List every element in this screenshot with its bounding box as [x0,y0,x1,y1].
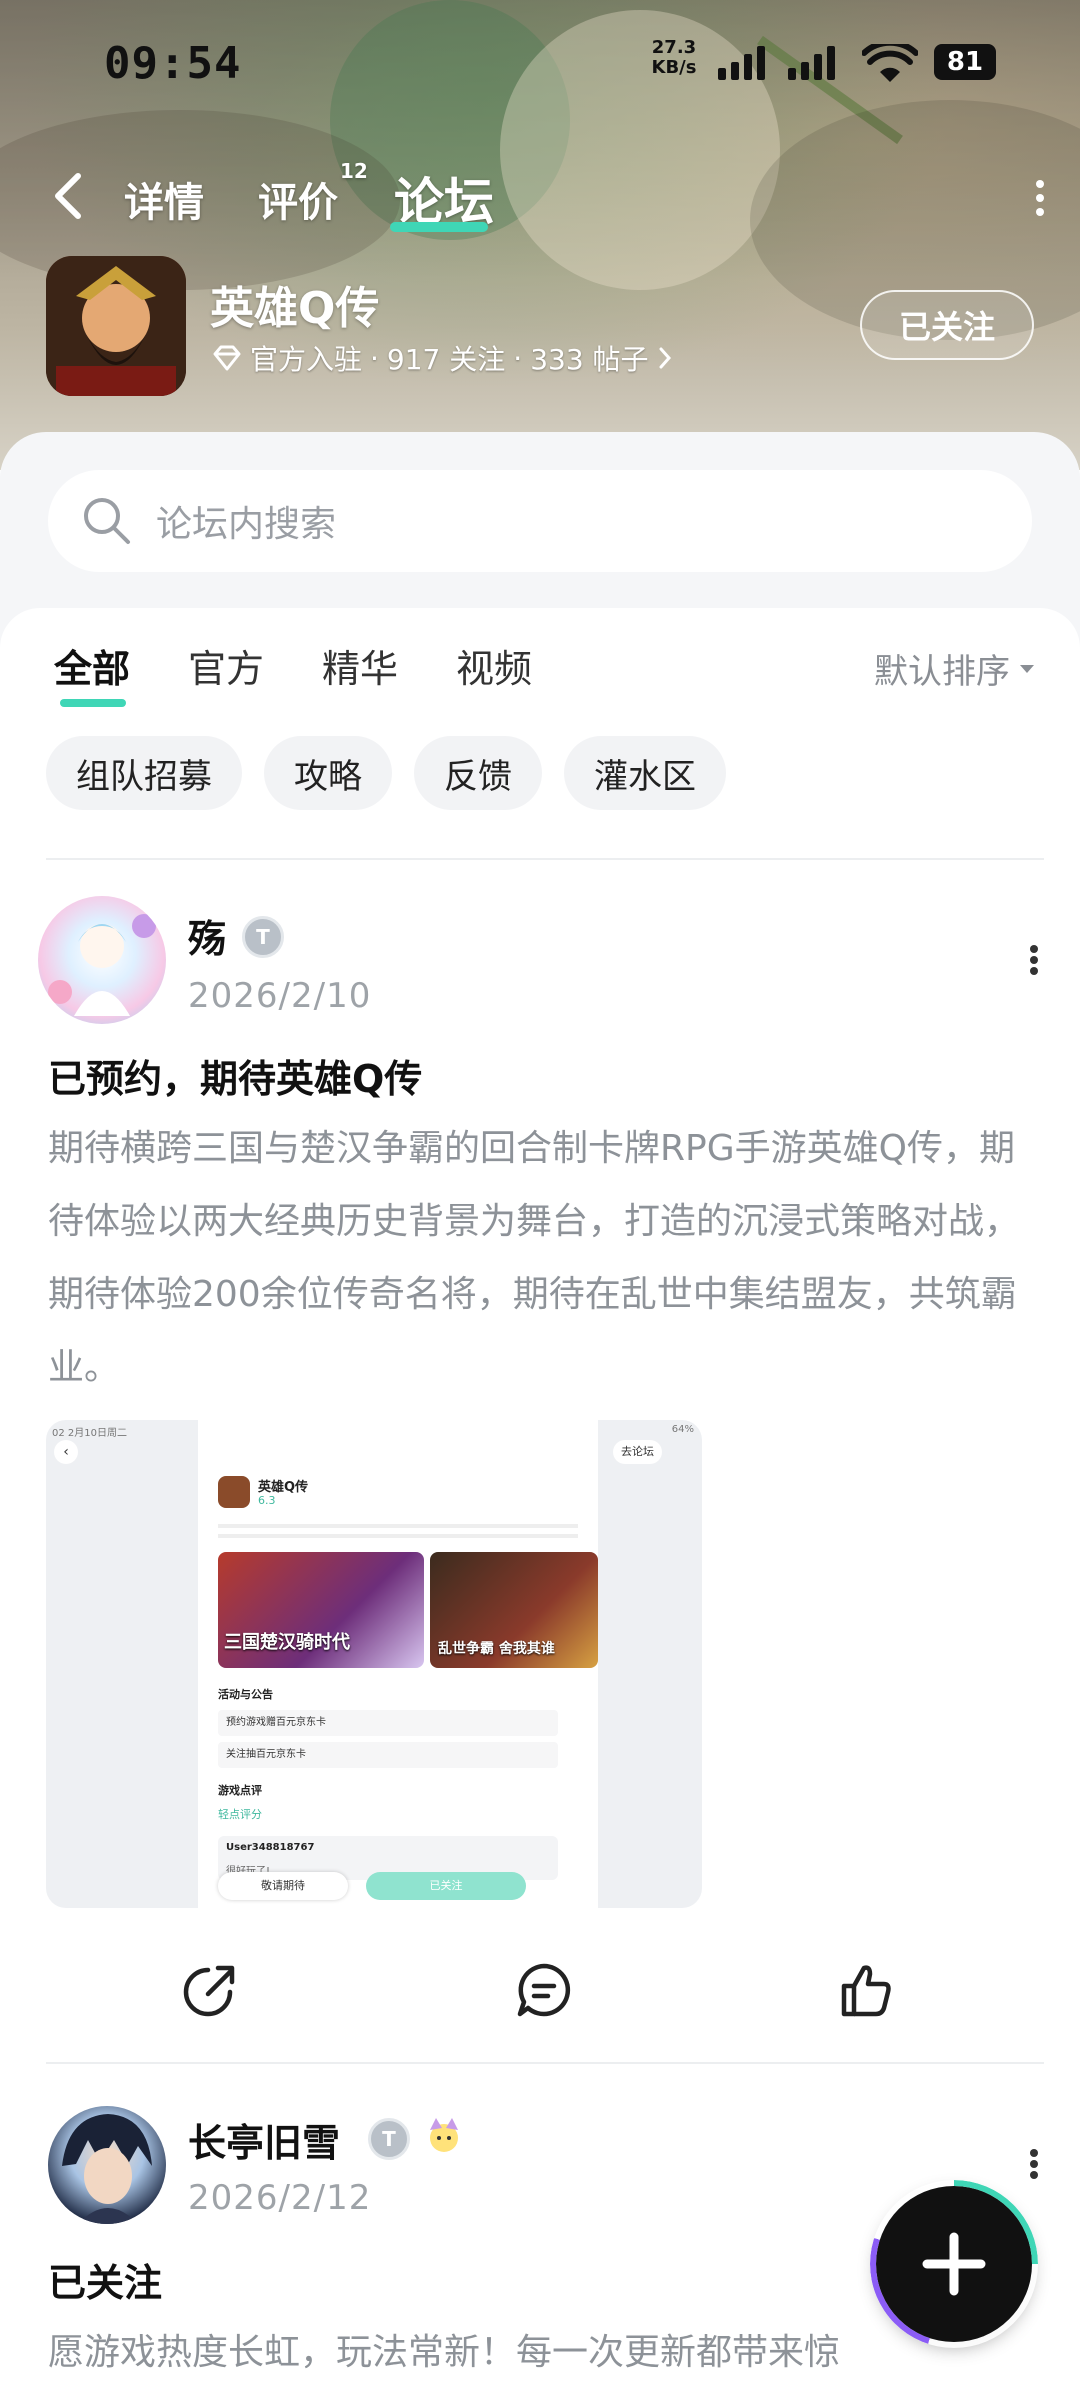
net-speed-unit: KB/s [651,57,697,78]
post-author[interactable]: 长亭旧雪 [188,2112,340,2167]
forum-tab-featured[interactable]: 精华 [322,638,398,693]
more-vertical-icon[interactable] [1034,178,1046,218]
post-actions [0,1960,1080,2030]
shot-btn-left: 敬请期待 [218,1872,348,1900]
follow-button[interactable]: 已关注 [860,290,1034,360]
app-name: 英雄Q传 [210,283,380,334]
shot-desc-line [218,1524,578,1528]
shot-rating: 6.3 [258,1494,276,1507]
shot-back-icon: ‹ [54,1440,78,1464]
posts-count[interactable]: 333 帖子 [530,338,648,378]
chip-guides[interactable]: 攻略 [264,736,392,810]
sort-label: 默认排序 [874,652,1010,692]
forum-tab-all[interactable]: 全部 [54,638,130,707]
tab-details[interactable]: 详情 [124,170,204,228]
post-date: 2026/2/12 [188,2178,372,2218]
official-label: 官方入驻 [250,343,363,376]
tab-underline [390,222,488,232]
status-time: 09:54 [104,38,242,89]
forum-tab-video[interactable]: 视频 [456,638,532,693]
post-title[interactable]: 已关注 [48,2252,162,2307]
shot-section-review: 游戏点评 [218,1784,262,1797]
avatar-art [62,2114,152,2224]
back-icon[interactable] [50,170,86,222]
status-bar: 09:54 27.3 KB/s 81 [0,34,1080,94]
meta-dot: · [513,341,523,375]
post-more-icon[interactable] [1028,2148,1040,2180]
post-title[interactable]: 已预约，期待英雄Q传 [48,1048,422,1103]
chevron-right-icon[interactable] [657,345,673,371]
divider [46,2062,1044,2064]
followers-count[interactable]: 917 关注 [387,338,505,378]
shot-reviewer: User348818767 [226,1842,315,1853]
shot-app-name: 英雄Q传 [258,1480,309,1495]
chip-team-recruit[interactable]: 组队招募 [46,736,242,810]
post-author[interactable]: 殇 [188,908,226,963]
shot-desc-line [218,1534,578,1538]
post-date: 2026/2/10 [188,976,372,1016]
create-post-button[interactable] [870,2180,1038,2348]
forum-tab-official[interactable]: 官方 [188,638,264,693]
shot-banner-left-text: 三国楚汉骑时代 [224,1632,350,1653]
shot-btn-right: 已关注 [366,1872,526,1900]
avatar-art [48,914,156,1016]
shot-activity-item: 预约游戏赠百元京东卡 [218,1710,558,1736]
user-decoration-icon [430,2118,458,2152]
post-more-icon[interactable] [1028,944,1040,976]
chip-chat[interactable]: 灌水区 [564,736,726,810]
shot-statusbar-left: 02 2月10日周二 [52,1428,127,1439]
app-icon-art [46,256,186,396]
app-meta: 官方入驻 · 917 关注 · 333 帖子 [212,338,673,378]
share-icon[interactable] [180,1960,240,2020]
shot-banner-right-text: 乱世争霸 舍我其谁 [438,1641,555,1657]
wifi-icon [862,44,918,82]
net-speed: 27.3 KB/s [644,38,704,78]
shot-review-label: 轻点评分 [218,1808,262,1821]
like-icon[interactable] [836,1960,896,2020]
battery-icon: 81 [934,44,996,80]
search-input[interactable]: 论坛内搜索 [48,470,1032,572]
divider [46,858,1044,860]
avatar[interactable] [38,896,166,1024]
post-body[interactable]: 愿游戏热度长虹，玩法常新！每一次更新都带来惊 [48,2316,1032,2403]
diamond-icon [213,345,241,371]
signal-icon [718,46,765,80]
category-chips: 组队招募 攻略 反馈 灌水区 [46,736,726,810]
tab-reviews-badge: 12 [340,158,368,183]
shot-forum-button: 去论坛 [613,1440,662,1464]
meta-dot: · [370,341,379,375]
comment-icon[interactable] [514,1960,574,2020]
chip-feedback[interactable]: 反馈 [414,736,542,810]
post-body[interactable]: 期待横跨三国与楚汉争霸的回合制卡牌RPG手游英雄Q传，期待体验以两大经典历史背景… [48,1112,1032,1404]
sort-dropdown[interactable]: 默认排序 [874,644,1036,693]
top-nav: 详情 评价12 论坛 [0,159,1080,232]
net-speed-value: 27.3 [651,37,697,58]
shot-app-icon [218,1476,250,1508]
shot-statusbar-right: 64% [671,1424,694,1435]
shot-activity-item: 关注抽百元京东卡 [218,1742,558,1768]
avatar[interactable] [48,2106,166,2224]
search-placeholder: 论坛内搜索 [156,504,337,545]
user-level-badge: T [242,916,284,958]
user-level-badge: T [368,2118,410,2160]
caret-down-icon [1020,664,1034,673]
tab-reviews-label: 评价 [258,180,338,226]
shot-banner-left: 三国楚汉骑时代 [218,1552,424,1668]
search-icon [84,498,130,544]
signal-icon-2 [788,46,835,80]
post-image[interactable]: 02 2月10日周二 64% ‹ 去论坛 英雄Q传 6.3 三国楚汉骑时代 乱世… [46,1420,702,1908]
forum-tabs: 全部 官方 精华 视频 [54,638,532,707]
app-icon [46,256,186,396]
shot-section-activity: 活动与公告 [218,1688,273,1701]
shot-phone-page: 英雄Q传 6.3 三国楚汉骑时代 乱世争霸 舍我其谁 活动与公告 预约游戏赠百元… [198,1420,598,1908]
fab-ring [870,2180,1038,2348]
shot-banner-right: 乱世争霸 舍我其谁 [430,1552,598,1668]
tab-reviews[interactable]: 评价12 [258,159,368,228]
